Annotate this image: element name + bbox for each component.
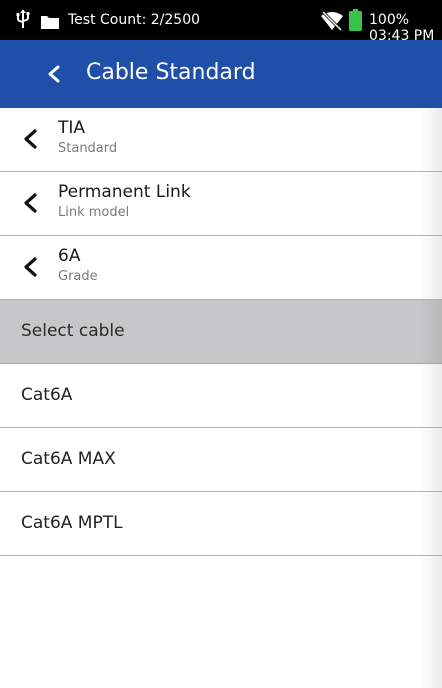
cable-option-cat6a[interactable]: Cat6A	[0, 364, 442, 428]
chevron-left-icon	[24, 193, 37, 213]
folder-icon	[41, 16, 59, 29]
setting-label: Link model	[58, 205, 130, 220]
page-title: Cable Standard	[86, 60, 256, 85]
section-title: Select cable	[21, 321, 125, 341]
battery-icon	[349, 9, 362, 31]
section-header: Select cable	[0, 300, 442, 364]
setting-standard[interactable]: TIA Standard	[0, 108, 442, 172]
chevron-left-icon	[24, 257, 37, 277]
app-header: Cable Standard	[0, 40, 442, 108]
setting-label: Grade	[58, 269, 98, 284]
setting-link-model[interactable]: Permanent Link Link model	[0, 172, 442, 236]
setting-value: Permanent Link	[58, 182, 191, 202]
usb-icon	[16, 9, 30, 28]
setting-label: Standard	[58, 141, 118, 156]
status-bar: Test Count: 2/2500 100% 03:43 PM	[0, 0, 442, 44]
cable-option-cat6a-mptl[interactable]: Cat6A MPTL	[0, 492, 442, 556]
setting-grade[interactable]: 6A Grade	[0, 236, 442, 300]
cable-option-label: Cat6A MPTL	[21, 513, 123, 533]
cable-option-label: Cat6A	[21, 385, 73, 405]
setting-value: 6A	[58, 246, 81, 266]
setting-value: TIA	[58, 118, 86, 138]
chevron-left-icon	[24, 129, 37, 149]
wifi-off-icon	[321, 11, 343, 31]
test-count: Test Count: 2/2500	[68, 12, 201, 28]
chevron-left-icon[interactable]	[38, 58, 70, 90]
cable-option-label: Cat6A MAX	[21, 449, 116, 469]
cable-option-cat6a-max[interactable]: Cat6A MAX	[0, 428, 442, 492]
